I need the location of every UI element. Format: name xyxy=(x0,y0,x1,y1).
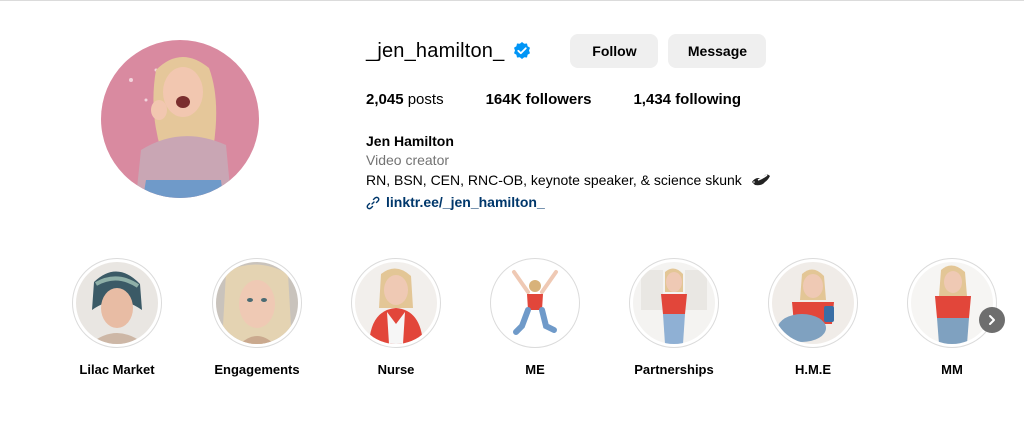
full-name: Jen Hamilton xyxy=(366,133,454,149)
verified-badge-icon xyxy=(512,41,532,61)
highlight-label: Lilac Market xyxy=(79,362,155,377)
highlight-engagements[interactable]: Engagements xyxy=(197,258,317,377)
profile-stats: 2,045 posts 164K followers 1,434 followi… xyxy=(366,91,1006,108)
highlight-hme[interactable]: H.M.E xyxy=(753,258,873,377)
highlight-me[interactable]: ME xyxy=(475,258,595,377)
posts-label: posts xyxy=(407,91,444,108)
posts-stat[interactable]: 2,045 posts xyxy=(366,91,444,108)
highlight-cover xyxy=(351,258,441,348)
followers-count: 164K xyxy=(485,91,522,108)
following-label: following xyxy=(675,91,742,108)
message-button[interactable]: Message xyxy=(668,34,767,68)
highlights-next-button[interactable] xyxy=(979,307,1005,333)
followers-label: followers xyxy=(525,91,592,108)
highlight-cover xyxy=(907,258,997,348)
chevron-right-icon xyxy=(989,315,995,325)
highlight-partnerships[interactable]: Partnerships xyxy=(614,258,734,377)
highlight-label: ME xyxy=(525,362,545,377)
following-stat[interactable]: 1,434 following xyxy=(633,91,741,108)
following-count: 1,434 xyxy=(633,91,672,108)
bio-link-text: linktr.ee/_jen_hamilton_ xyxy=(386,194,545,210)
bio-text-row: RN, BSN, CEN, RNC-OB, keynote speaker, &… xyxy=(366,170,1006,193)
link-icon xyxy=(366,196,380,209)
followers-stat[interactable]: 164K followers xyxy=(486,91,592,108)
highlight-cover xyxy=(212,258,302,348)
profile-bio: Jen Hamilton Video creator RN, BSN, CEN,… xyxy=(366,132,1006,212)
profile-header: _jen_hamilton_ Follow Message 2,045 post… xyxy=(366,33,1006,212)
highlight-label: Partnerships xyxy=(634,362,714,377)
highlight-cover xyxy=(72,258,162,348)
posts-count: 2,045 xyxy=(366,91,404,108)
highlight-lilac-market[interactable]: Lilac Market xyxy=(57,258,177,377)
name-row: _jen_hamilton_ Follow Message xyxy=(366,33,1006,69)
story-highlights: Lilac Market Engagements Nurse ME Partne… xyxy=(0,258,1024,388)
top-divider xyxy=(0,0,1024,1)
highlight-label: Nurse xyxy=(377,362,415,377)
category-label: Video creator xyxy=(366,152,450,168)
profile-avatar[interactable] xyxy=(101,40,259,198)
follow-button[interactable]: Follow xyxy=(570,34,659,68)
username: _jen_hamilton_ xyxy=(366,39,505,62)
highlight-label: H.M.E xyxy=(794,362,832,377)
highlight-cover xyxy=(629,258,719,348)
highlight-nurse[interactable]: Nurse xyxy=(336,258,456,377)
highlight-label: Engagements xyxy=(214,362,300,377)
highlight-cover xyxy=(490,258,580,348)
bio-link[interactable]: linktr.ee/_jen_hamilton_ xyxy=(366,193,1006,212)
highlight-label: MM xyxy=(941,362,963,377)
highlight-cover xyxy=(768,258,858,348)
skunk-emoji-icon xyxy=(750,170,772,193)
bio-description: RN, BSN, CEN, RNC-OB, keynote speaker, &… xyxy=(366,172,742,188)
